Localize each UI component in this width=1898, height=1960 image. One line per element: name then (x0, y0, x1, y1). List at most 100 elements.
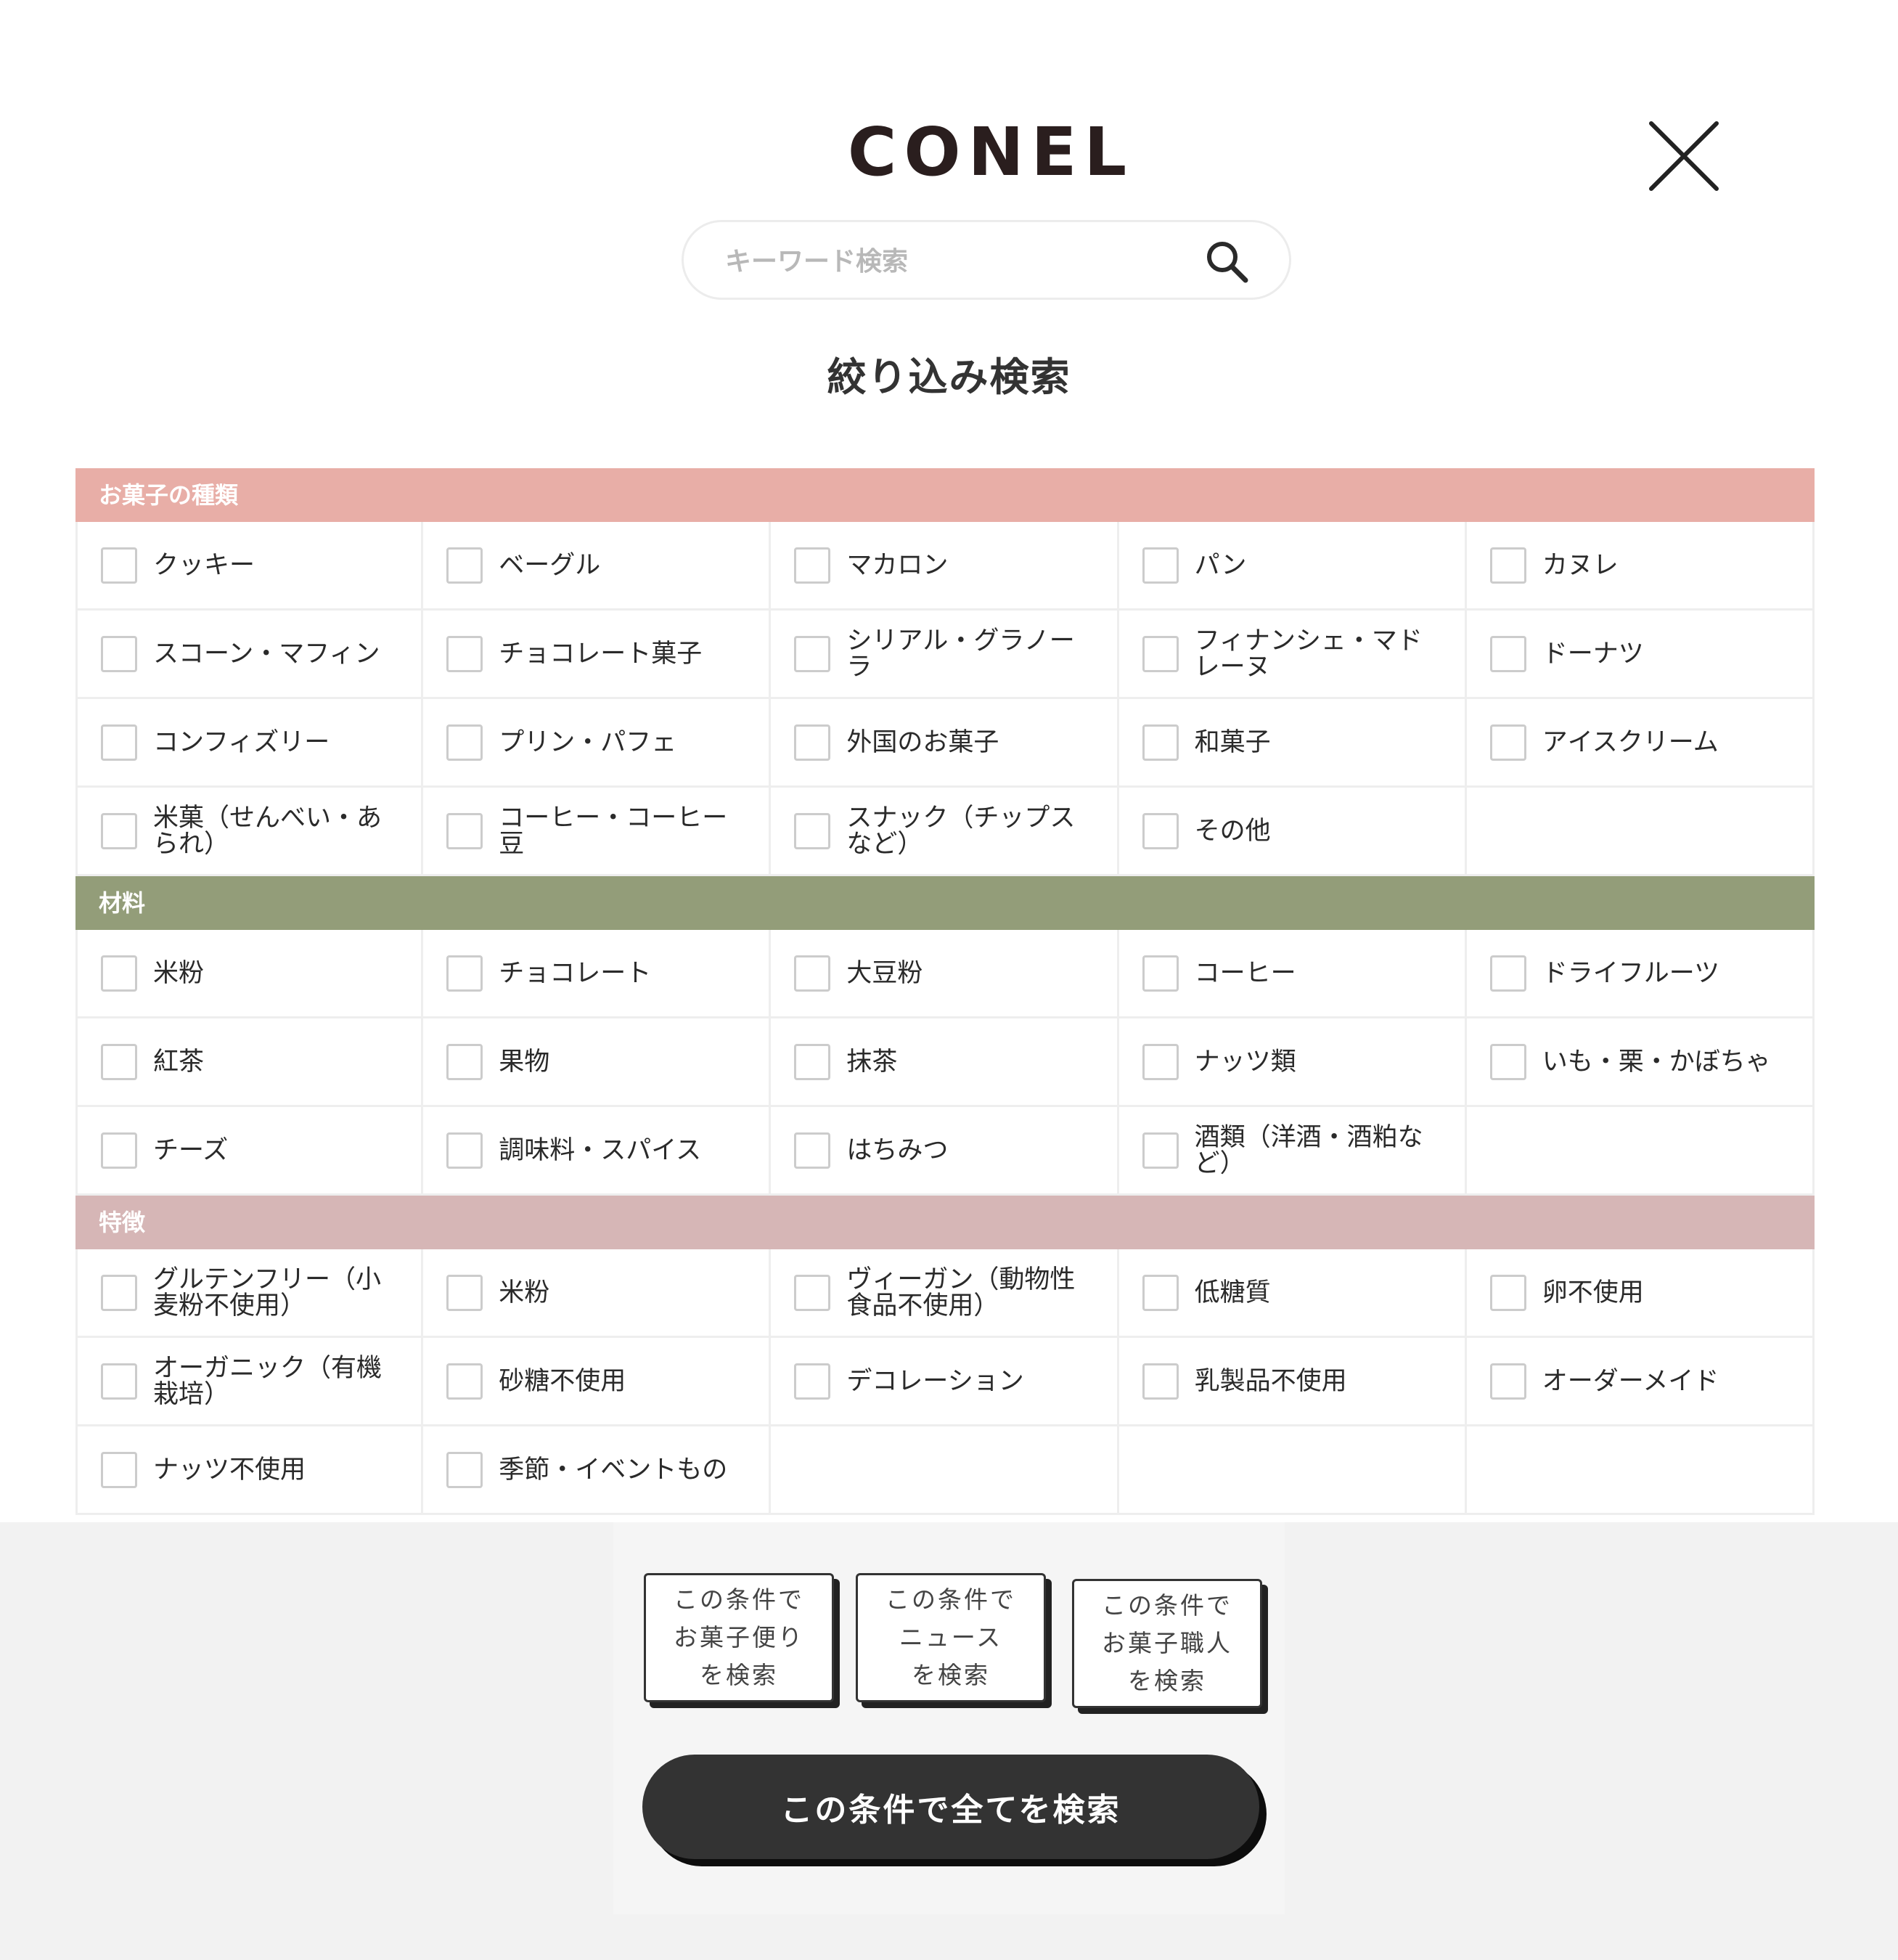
filter-option[interactable]: その他 (1118, 788, 1467, 876)
checkbox[interactable] (101, 724, 137, 761)
checkbox[interactable] (446, 1451, 483, 1488)
filter-option[interactable]: 米粉 (75, 930, 424, 1018)
filter-option[interactable]: 乳製品不使用 (1118, 1338, 1467, 1426)
checkbox[interactable] (1489, 1274, 1526, 1311)
checkbox[interactable] (446, 635, 483, 672)
checkbox[interactable] (794, 955, 831, 992)
filter-option[interactable]: ナッツ類 (1118, 1018, 1467, 1107)
checkbox[interactable] (1142, 1274, 1179, 1311)
checkbox[interactable] (794, 724, 831, 761)
checkbox[interactable] (1489, 547, 1526, 584)
filter-option[interactable]: 低糖質 (1118, 1249, 1467, 1338)
checkbox[interactable] (446, 1274, 483, 1311)
filter-option[interactable]: チョコレート (423, 930, 772, 1018)
filter-option[interactable]: コーヒー (1118, 930, 1467, 1018)
checkbox[interactable] (794, 1274, 831, 1311)
filter-option-label: グルテンフリー（小麦粉不使用） (153, 1265, 381, 1320)
filter-option[interactable]: スコーン・マフィン (75, 611, 424, 699)
checkbox[interactable] (1142, 547, 1179, 584)
filter-option[interactable]: 外国のお菓子 (771, 699, 1119, 788)
checkbox[interactable] (1142, 1132, 1179, 1169)
filter-option[interactable]: デコレーション (771, 1338, 1119, 1426)
filter-option[interactable]: チョコレート菓子 (423, 611, 772, 699)
filter-option[interactable]: シリアル・グラノーラ (771, 611, 1119, 699)
checkbox[interactable] (446, 724, 483, 761)
checkbox[interactable] (101, 1451, 137, 1488)
checkbox[interactable] (101, 1043, 137, 1080)
filter-option[interactable]: 卵不使用 (1466, 1249, 1815, 1338)
filter-option[interactable]: いも・栗・かぼちゃ (1466, 1018, 1815, 1107)
checkbox[interactable] (1489, 635, 1526, 672)
checkbox[interactable] (1142, 635, 1179, 672)
checkbox[interactable] (446, 547, 483, 584)
checkbox[interactable] (1142, 724, 1179, 761)
filter-option[interactable]: パン (1118, 522, 1467, 611)
checkbox[interactable] (794, 547, 831, 584)
filter-option[interactable]: グルテンフリー（小麦粉不使用） (75, 1249, 424, 1338)
checkbox[interactable] (794, 635, 831, 672)
filter-option[interactable]: 抹茶 (771, 1018, 1119, 1107)
filter-option[interactable]: アイスクリーム (1466, 699, 1815, 788)
filter-option[interactable]: 和菓子 (1118, 699, 1467, 788)
checkbox[interactable] (101, 812, 137, 849)
checkbox[interactable] (794, 812, 831, 849)
checkbox[interactable] (1142, 955, 1179, 992)
conel-logo[interactable]: CONEL (827, 109, 1154, 196)
filter-option[interactable]: クッキー (75, 522, 424, 611)
filter-option[interactable]: カヌレ (1466, 522, 1815, 611)
checkbox[interactable] (101, 955, 137, 992)
filter-option[interactable]: 米菓（せんべい・あられ） (75, 788, 424, 876)
checkbox[interactable] (794, 1132, 831, 1169)
filter-option[interactable]: 砂糖不使用 (423, 1338, 772, 1426)
filter-option[interactable]: オーダーメイド (1466, 1338, 1815, 1426)
filter-option[interactable]: ドーナツ (1466, 611, 1815, 699)
search-all-button[interactable]: この条件で全てを検索 (642, 1755, 1259, 1859)
checkbox[interactable] (446, 955, 483, 992)
checkbox[interactable] (794, 1043, 831, 1080)
filter-option[interactable]: 果物 (423, 1018, 772, 1107)
filter-option[interactable]: 大豆粉 (771, 930, 1119, 1018)
checkbox[interactable] (446, 1043, 483, 1080)
checkbox[interactable] (794, 1363, 831, 1400)
filter-option-label: ナッツ不使用 (153, 1455, 306, 1485)
checkbox[interactable] (101, 1363, 137, 1400)
checkbox[interactable] (1489, 1363, 1526, 1400)
search-icon[interactable] (1203, 238, 1251, 286)
checkbox[interactable] (446, 1132, 483, 1169)
search-okashi-dayori-button[interactable]: この条件で お菓子便り を検索 (644, 1573, 834, 1702)
checkbox[interactable] (1142, 1043, 1179, 1080)
filter-option[interactable]: ナッツ不使用 (75, 1426, 424, 1515)
checkbox[interactable] (101, 1132, 137, 1169)
search-shokunin-button[interactable]: この条件で お菓子職人 を検索 (1072, 1579, 1262, 1708)
filter-option[interactable]: ベーグル (423, 522, 772, 611)
checkbox[interactable] (101, 547, 137, 584)
filter-option[interactable]: チーズ (75, 1107, 424, 1196)
checkbox[interactable] (101, 635, 137, 672)
checkbox[interactable] (101, 1274, 137, 1311)
checkbox[interactable] (1142, 1363, 1179, 1400)
filter-option[interactable]: 米粉 (423, 1249, 772, 1338)
filter-option[interactable]: 季節・イベントもの (423, 1426, 772, 1515)
filter-option[interactable]: 酒類（洋酒・酒粕など） (1118, 1107, 1467, 1196)
checkbox[interactable] (1489, 1043, 1526, 1080)
filter-option[interactable]: フィナンシェ・マドレーヌ (1118, 611, 1467, 699)
checkbox[interactable] (1489, 955, 1526, 992)
filter-option[interactable]: マカロン (771, 522, 1119, 611)
checkbox[interactable] (1142, 812, 1179, 849)
checkbox[interactable] (446, 812, 483, 849)
filter-option[interactable]: コンフィズリー (75, 699, 424, 788)
checkbox[interactable] (1489, 724, 1526, 761)
checkbox[interactable] (446, 1363, 483, 1400)
search-news-button[interactable]: この条件で ニュース を検索 (856, 1573, 1046, 1702)
filter-option[interactable]: ヴィーガン（動物性食品不使用） (771, 1249, 1119, 1338)
filter-option[interactable]: 調味料・スパイス (423, 1107, 772, 1196)
filter-option[interactable]: はちみつ (771, 1107, 1119, 1196)
filter-option[interactable]: ドライフルーツ (1466, 930, 1815, 1018)
filter-option[interactable]: プリン・パフェ (423, 699, 772, 788)
filter-option[interactable]: オーガニック（有機栽培） (75, 1338, 424, 1426)
filter-option[interactable]: コーヒー・コーヒー豆 (423, 788, 772, 876)
close-button[interactable] (1640, 113, 1727, 200)
filter-option[interactable]: 紅茶 (75, 1018, 424, 1107)
search-input[interactable] (724, 235, 1162, 287)
filter-option[interactable]: スナック（チップスなど） (771, 788, 1119, 876)
